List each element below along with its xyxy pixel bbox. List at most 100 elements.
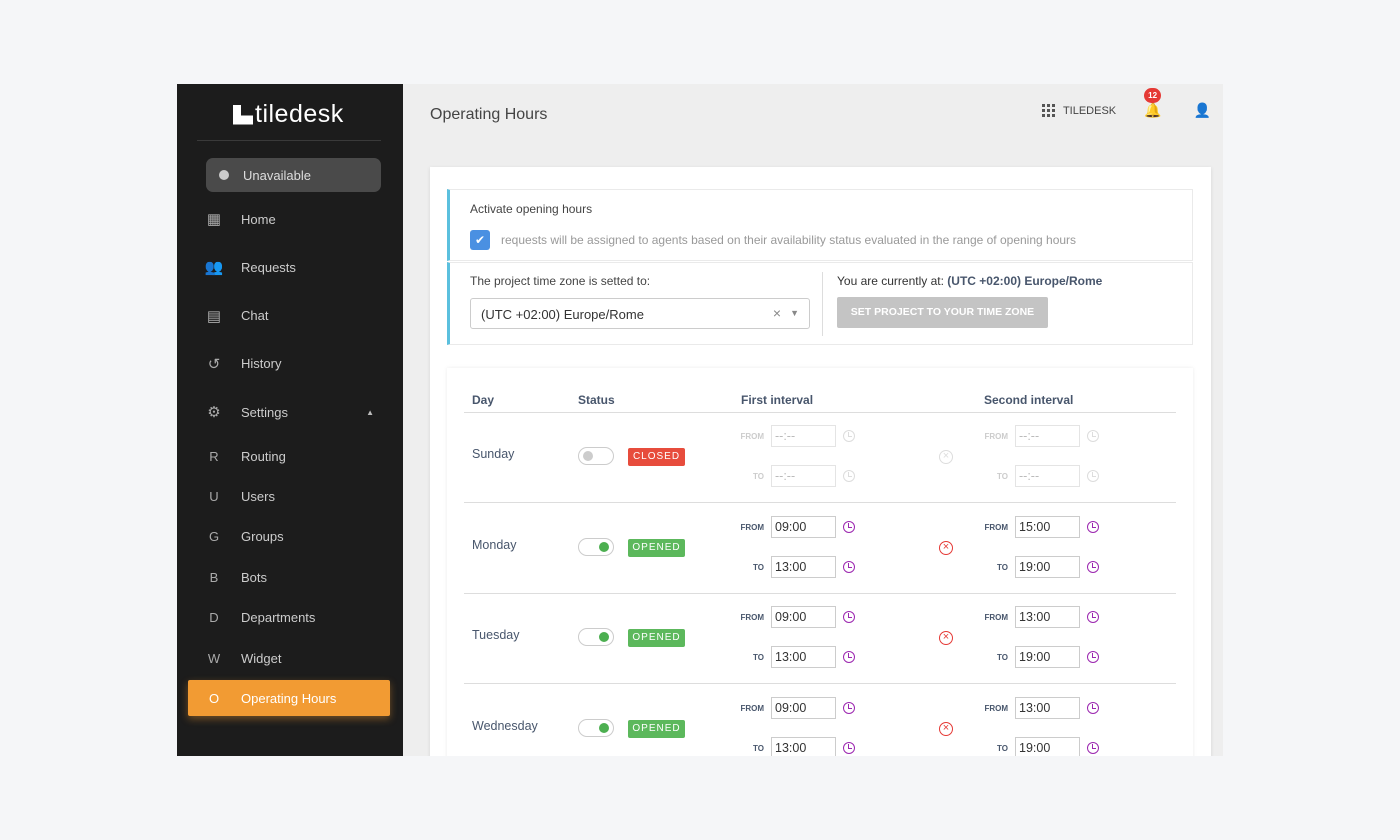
sidebar-item-history[interactable]: ↺ History bbox=[188, 346, 390, 382]
time-input-f1[interactable]: 09:00 bbox=[771, 606, 836, 628]
chevron-down-icon[interactable]: ▼ bbox=[790, 308, 799, 318]
availability-toggle[interactable]: Unavailable bbox=[206, 158, 381, 192]
caret-up-icon[interactable]: ▲ bbox=[366, 408, 374, 417]
remove-interval-icon[interactable]: × bbox=[939, 450, 953, 464]
clock-icon[interactable] bbox=[1087, 651, 1099, 663]
hours-table: Day Status First interval Second interva… bbox=[447, 368, 1193, 756]
clock-icon[interactable] bbox=[1087, 611, 1099, 623]
day-toggle[interactable] bbox=[578, 537, 614, 556]
from-label: FROM bbox=[984, 522, 1008, 532]
user-profile-icon[interactable]: 👤 bbox=[1194, 102, 1211, 119]
sidebar-item-widget[interactable]: W Widget bbox=[188, 640, 390, 676]
time-input-t1[interactable]: 13:00 bbox=[771, 555, 836, 578]
sidebar-item-settings[interactable]: ⚙ Settings ▲ bbox=[188, 394, 390, 430]
from-label: FROM bbox=[984, 703, 1008, 713]
time-input-f1[interactable]: 09:00 bbox=[771, 515, 836, 538]
people-icon: 👥 bbox=[204, 259, 224, 277]
clock-icon[interactable] bbox=[843, 651, 855, 663]
timezone-select[interactable]: (UTC +02:00) Europe/Rome × ▼ bbox=[470, 298, 810, 329]
sidebar-item-operating-hours[interactable]: O Operating Hours bbox=[188, 680, 390, 717]
activate-checkbox[interactable]: ✔ bbox=[470, 230, 490, 250]
to-label: TO bbox=[753, 472, 764, 481]
clock-icon[interactable] bbox=[843, 560, 855, 573]
activate-description: requests will be assigned to agents base… bbox=[501, 233, 1077, 247]
clock-icon[interactable] bbox=[843, 741, 855, 754]
header-status: Status bbox=[578, 393, 615, 407]
apps-grid-icon[interactable] bbox=[1041, 104, 1055, 117]
clock-icon[interactable] bbox=[843, 470, 855, 482]
clock-icon[interactable] bbox=[1087, 701, 1099, 714]
sidebar-item-chat[interactable]: ▤ Chat bbox=[188, 298, 390, 334]
clock-icon[interactable] bbox=[1087, 520, 1099, 533]
sidebar-item-groups[interactable]: G Groups bbox=[188, 519, 390, 555]
clock-icon[interactable] bbox=[843, 520, 855, 533]
table-row: Sunday CLOSED FROM --:-- TO --:-- × FROM --:… bbox=[447, 412, 1193, 502]
operating-hours-card: Activate opening hours ✔ requests will b… bbox=[430, 167, 1211, 756]
activate-section: Activate opening hours ✔ requests will b… bbox=[447, 189, 1193, 261]
main: Operating Hours TILEDESK 🔔 12 👤 Activate … bbox=[403, 84, 1223, 756]
time-input-f2[interactable]: 13:00 bbox=[1015, 606, 1080, 628]
time-input-f1[interactable]: 09:00 bbox=[771, 696, 836, 719]
time-input-f1[interactable]: --:-- bbox=[771, 425, 836, 447]
sidebar-item-label: Home bbox=[241, 211, 276, 227]
time-input-t1[interactable]: --:-- bbox=[771, 465, 836, 487]
to-label: TO bbox=[753, 562, 764, 572]
time-input-t2[interactable]: 19:00 bbox=[1015, 736, 1080, 756]
day-toggle[interactable] bbox=[578, 447, 614, 465]
clock-icon[interactable] bbox=[843, 430, 855, 442]
sidebar-item-departments[interactable]: D Departments bbox=[188, 600, 390, 636]
time-input-t1[interactable]: 13:00 bbox=[771, 646, 836, 668]
remove-interval-icon[interactable]: × bbox=[939, 721, 953, 736]
clock-icon[interactable] bbox=[1087, 741, 1099, 754]
sidebar-item-letter: W bbox=[207, 650, 221, 666]
remove-interval-icon[interactable]: × bbox=[939, 540, 953, 555]
logo-text: tiledesk bbox=[255, 100, 344, 128]
day-toggle[interactable] bbox=[578, 718, 614, 737]
set-project-timezone-button[interactable]: SET PROJECT TO YOUR TIME ZONE bbox=[837, 297, 1048, 328]
sidebar-item-home[interactable]: ▦ Home bbox=[188, 201, 390, 237]
clock-icon[interactable] bbox=[843, 611, 855, 623]
time-input-t2[interactable]: --:-- bbox=[1015, 465, 1080, 487]
sidebar-item-label: Groups bbox=[241, 529, 284, 545]
time-input-f2[interactable]: 15:00 bbox=[1015, 515, 1080, 538]
logo-mark-icon bbox=[233, 104, 253, 125]
clock-icon[interactable] bbox=[1087, 560, 1099, 573]
time-input-t2[interactable]: 19:00 bbox=[1015, 646, 1080, 668]
table-row: Wednesday OPENED FROM 09:00 TO 13:00 × FROM… bbox=[447, 684, 1193, 756]
sidebar-item-label: Operating Hours bbox=[241, 690, 337, 706]
time-input-t1[interactable]: 13:00 bbox=[771, 736, 836, 756]
dashboard-icon: ▦ bbox=[206, 211, 222, 228]
timezone-value: (UTC +02:00) Europe/Rome bbox=[481, 307, 644, 322]
page-title: Operating Hours bbox=[430, 106, 548, 123]
header-first-interval: First interval bbox=[741, 393, 814, 407]
status-badge: OPENED bbox=[628, 538, 685, 557]
to-label: TO bbox=[753, 653, 764, 662]
notification-count-badge: 12 bbox=[1144, 88, 1162, 103]
clock-icon[interactable] bbox=[1087, 430, 1099, 442]
clock-icon[interactable] bbox=[843, 701, 855, 714]
clear-icon[interactable]: × bbox=[773, 305, 781, 321]
to-label: TO bbox=[997, 562, 1008, 572]
day-toggle[interactable] bbox=[578, 628, 614, 646]
clock-icon[interactable] bbox=[1087, 470, 1099, 482]
to-label: TO bbox=[997, 653, 1008, 662]
sidebar-item-requests[interactable]: 👥 Requests bbox=[188, 249, 390, 285]
to-label: TO bbox=[997, 743, 1008, 753]
time-input-t2[interactable]: 19:00 bbox=[1015, 555, 1080, 578]
sidebar-item-letter: B bbox=[209, 569, 219, 585]
remove-interval-icon[interactable]: × bbox=[939, 631, 953, 645]
time-input-f2[interactable]: --:-- bbox=[1015, 425, 1080, 447]
time-input-f2[interactable]: 13:00 bbox=[1015, 696, 1080, 719]
day-name: Wednesday bbox=[472, 718, 538, 733]
sidebar-item-bots[interactable]: B Bots bbox=[188, 559, 390, 595]
divider bbox=[197, 140, 381, 141]
status-badge: OPENED bbox=[628, 719, 685, 738]
logo[interactable]: tiledesk bbox=[233, 100, 344, 129]
sidebar-item-label: Bots bbox=[241, 569, 268, 585]
status-badge: OPENED bbox=[628, 629, 685, 647]
header-second-interval: Second interval bbox=[984, 393, 1074, 407]
sidebar-item-routing[interactable]: R Routing bbox=[188, 438, 390, 474]
notifications-bell-icon[interactable]: 🔔 12 bbox=[1144, 88, 1162, 119]
project-name[interactable]: TILEDESK bbox=[1063, 105, 1116, 117]
sidebar-item-users[interactable]: U Users bbox=[188, 478, 390, 514]
